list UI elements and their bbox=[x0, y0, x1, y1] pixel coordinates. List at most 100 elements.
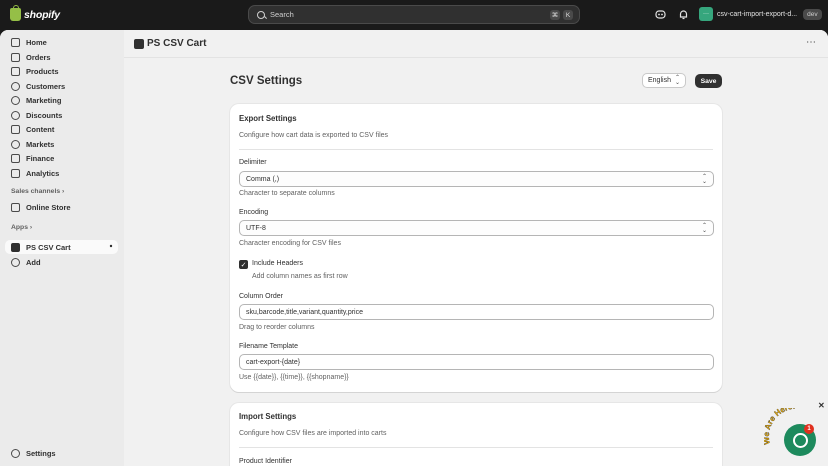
encoding-value: UTF-8 bbox=[246, 224, 266, 232]
encoding-label: Encoding bbox=[239, 209, 269, 216]
language-value: English bbox=[648, 77, 671, 84]
shortcut-cmd-key: ⌘ bbox=[550, 10, 560, 20]
app-icon bbox=[11, 242, 20, 252]
store-switcher[interactable]: ··· csv-cart-import-export-d... dev bbox=[699, 7, 822, 21]
add-icon bbox=[11, 257, 20, 267]
shortcut-k-key: K bbox=[563, 10, 573, 20]
sidebar-item-online-store[interactable]: Online Store bbox=[5, 200, 118, 214]
sales-channels-heading[interactable]: Sales channels › bbox=[11, 188, 64, 195]
content-icon bbox=[11, 124, 20, 134]
filename-template-input[interactable]: cart-export-{date} bbox=[239, 354, 714, 370]
sidebar-item-products[interactable]: Products bbox=[5, 64, 118, 78]
import-settings-description: Configure how CSV files are imported int… bbox=[239, 430, 387, 437]
sidebar-item-ps-csv-cart[interactable]: PS CSV Cart bbox=[5, 240, 118, 254]
marketing-icon bbox=[11, 95, 20, 105]
sidebar-item-label: Products bbox=[26, 66, 59, 76]
search-bar[interactable]: Search ⌘ K bbox=[248, 5, 580, 24]
chat-unread-badge: 1 bbox=[804, 424, 814, 434]
sidebar-item-finance[interactable]: Finance bbox=[5, 151, 118, 165]
sidebar-item-add[interactable]: Add bbox=[5, 255, 118, 269]
gear-icon bbox=[11, 448, 20, 458]
divider bbox=[239, 149, 713, 150]
discounts-icon bbox=[11, 110, 20, 120]
sidebar-item-label: Finance bbox=[26, 153, 55, 163]
filename-template-value: cart-export-{date} bbox=[246, 358, 301, 366]
close-icon[interactable]: ✕ bbox=[818, 401, 825, 410]
column-order-help: Drag to reorder columns bbox=[239, 324, 315, 331]
sidebar-item-markets[interactable]: Markets bbox=[5, 137, 118, 151]
delimiter-label: Delimiter bbox=[239, 159, 267, 166]
chevron-updown-icon: ⌃ ⌄ bbox=[674, 75, 680, 86]
delimiter-select[interactable]: Comma (,) ⌃ ⌄ bbox=[239, 171, 714, 187]
chat-widget: We Are Here! ✕ 1 bbox=[760, 398, 828, 466]
orders-icon bbox=[11, 52, 20, 62]
sidebar-item-label: Home bbox=[26, 37, 47, 47]
include-headers-checkbox[interactable]: ✓ bbox=[239, 260, 248, 269]
products-icon bbox=[11, 66, 20, 76]
delimiter-help: Character to separate columns bbox=[239, 190, 335, 197]
notifications-bell-icon[interactable] bbox=[678, 9, 689, 20]
sidebar-item-label: Markets bbox=[26, 139, 55, 149]
sidebar-item-settings[interactable]: Settings bbox=[5, 446, 118, 460]
chevron-updown-icon: ⌃ ⌄ bbox=[701, 223, 707, 234]
sidebar-item-customers[interactable]: Customers bbox=[5, 79, 118, 93]
product-identifier-label: Product Identifier bbox=[239, 458, 292, 465]
sidebar-item-label: Add bbox=[26, 257, 41, 267]
divider bbox=[239, 447, 713, 448]
include-headers-help: Add column names as first row bbox=[252, 273, 348, 280]
search-icon bbox=[257, 10, 265, 19]
customers-icon bbox=[11, 81, 20, 91]
chevron-updown-icon: ⌃ ⌄ bbox=[701, 174, 707, 185]
sidebar-item-label: Settings bbox=[26, 448, 56, 458]
language-select[interactable]: English ⌃ ⌄ bbox=[642, 73, 686, 88]
sidebar-item-label: Marketing bbox=[26, 95, 62, 105]
app-icon bbox=[134, 38, 144, 49]
import-settings-card: Import Settings Configure how CSV files … bbox=[230, 403, 722, 466]
save-button[interactable]: Save bbox=[695, 74, 722, 88]
filename-template-label: Filename Template bbox=[239, 343, 299, 350]
apps-label: Apps bbox=[11, 224, 28, 231]
sidebar-item-label: PS CSV Cart bbox=[26, 242, 71, 252]
shopify-logo[interactable]: shopify bbox=[10, 5, 60, 21]
store-avatar: ··· bbox=[699, 7, 713, 21]
sidebar: Home Orders Products Customers Marketing… bbox=[0, 30, 124, 466]
top-bar: shopify Search ⌘ K ··· csv-cart-import-e… bbox=[0, 0, 828, 30]
delimiter-value: Comma (,) bbox=[246, 175, 280, 183]
filename-template-help: Use {{date}}, {{time}}, {{shopname}} bbox=[239, 374, 349, 381]
sidebar-item-orders[interactable]: Orders bbox=[5, 50, 118, 64]
chat-bubble-icon bbox=[792, 432, 808, 448]
chevron-right-icon: › bbox=[62, 188, 65, 195]
sidebar-item-label: Discounts bbox=[26, 110, 63, 120]
sidekick-icon[interactable] bbox=[655, 9, 666, 20]
export-settings-description: Configure how cart data is exported to C… bbox=[239, 132, 389, 139]
sidebar-item-home[interactable]: Home bbox=[5, 35, 118, 49]
export-settings-card: Export Settings Configure how cart data … bbox=[230, 104, 722, 392]
main-content: PS CSV Cart ⋯ CSV Settings English ⌃ ⌄ Sa… bbox=[124, 30, 828, 466]
store-name: csv-cart-import-export-d... bbox=[717, 10, 798, 18]
import-settings-title: Import Settings bbox=[239, 412, 297, 421]
app-title-text: PS CSV Cart bbox=[147, 38, 207, 49]
column-order-label: Column Order bbox=[239, 293, 283, 300]
brand-name: shopify bbox=[24, 8, 60, 21]
env-badge: dev bbox=[803, 8, 822, 20]
encoding-select[interactable]: UTF-8 ⌃ ⌄ bbox=[239, 220, 714, 236]
sidebar-item-discounts[interactable]: Discounts bbox=[5, 108, 118, 122]
column-order-input[interactable]: sku,barcode,title,variant,quantity,price bbox=[239, 304, 714, 320]
export-settings-title: Export Settings bbox=[239, 114, 297, 123]
more-actions-icon[interactable]: ⋯ bbox=[806, 38, 816, 48]
encoding-help: Character encoding for CSV files bbox=[239, 240, 341, 247]
analytics-icon bbox=[11, 168, 20, 178]
app-more-icon[interactable] bbox=[110, 245, 112, 247]
sidebar-item-label: Analytics bbox=[26, 168, 60, 178]
sidebar-item-marketing[interactable]: Marketing bbox=[5, 93, 118, 107]
admin-frame: Home Orders Products Customers Marketing… bbox=[0, 30, 828, 466]
sidebar-item-label: Content bbox=[26, 124, 55, 134]
apps-heading[interactable]: Apps › bbox=[11, 224, 32, 231]
include-headers-label[interactable]: Include Headers bbox=[252, 260, 303, 267]
search-placeholder: Search bbox=[270, 10, 294, 19]
sidebar-item-content[interactable]: Content bbox=[5, 122, 118, 136]
sidebar-item-label: Online Store bbox=[26, 202, 71, 212]
column-order-value: sku,barcode,title,variant,quantity,price bbox=[246, 308, 363, 316]
sidebar-item-analytics[interactable]: Analytics bbox=[5, 166, 118, 180]
sidebar-item-label: Orders bbox=[26, 52, 51, 62]
